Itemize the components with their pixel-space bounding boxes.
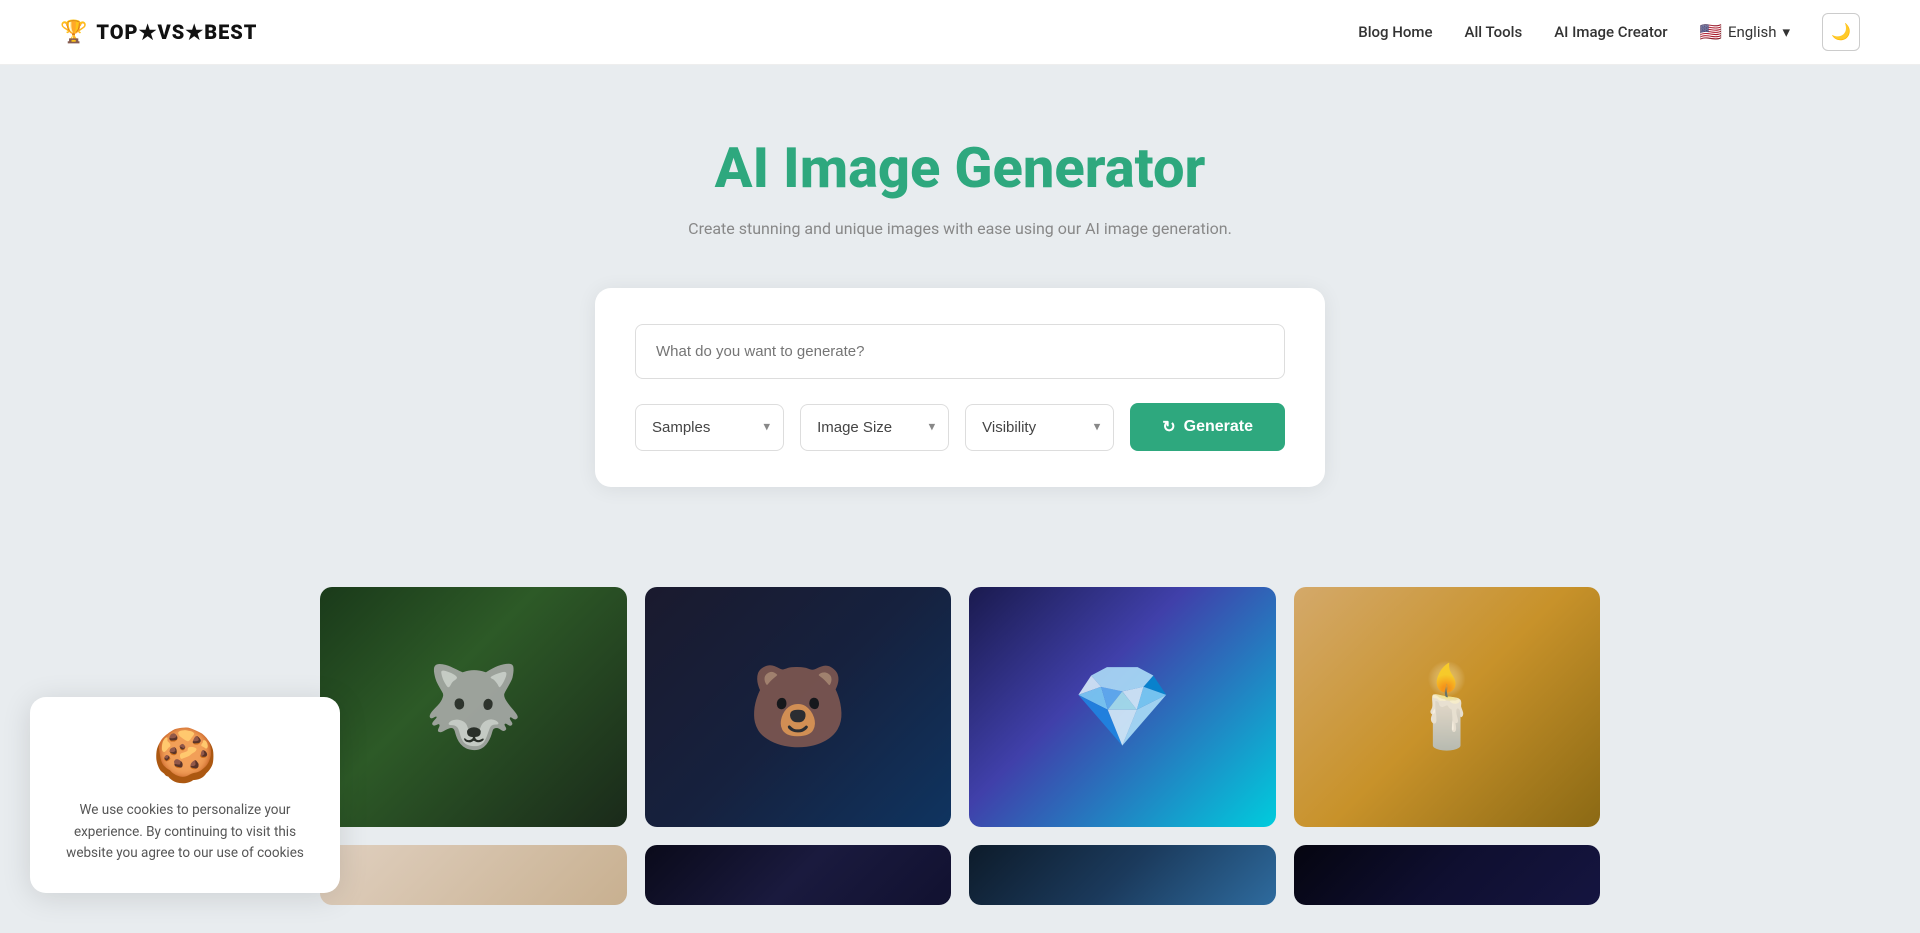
generator-card: Samples 1 2 4 ▾ Image Size 256×256 512×5… xyxy=(595,288,1325,487)
gallery-grid-row2 xyxy=(320,845,1600,905)
gem-image: 💎 xyxy=(969,587,1276,827)
logo[interactable]: 🏆 TOP★VS★BEST xyxy=(60,20,257,45)
prompt-input[interactable] xyxy=(635,324,1285,379)
flag-icon: 🇺🇸 xyxy=(1700,22,1722,43)
visibility-select[interactable]: Visibility Public Private xyxy=(965,404,1114,451)
gallery-item-bear[interactable]: 🐻 xyxy=(645,587,952,827)
gallery-item-wolf[interactable]: 🐺 xyxy=(320,587,627,827)
language-selector[interactable]: 🇺🇸 English ▾ xyxy=(1700,22,1790,43)
candles-image: 🕯️ xyxy=(1294,587,1601,827)
gallery-item-bottom1[interactable] xyxy=(320,845,627,905)
hero-subtitle: Create stunning and unique images with e… xyxy=(20,219,1900,238)
gallery-item-candles[interactable]: 🕯️ xyxy=(1294,587,1601,827)
moon-icon: 🌙 xyxy=(1831,22,1851,42)
refresh-icon: ↻ xyxy=(1162,417,1175,437)
nav-ai-image-creator[interactable]: AI Image Creator xyxy=(1554,23,1667,41)
main-nav: Blog Home All Tools AI Image Creator 🇺🇸 … xyxy=(1358,13,1860,51)
page-title: AI Image Generator xyxy=(20,135,1900,201)
gallery-item-bottom2[interactable] xyxy=(645,845,952,905)
nav-all-tools[interactable]: All Tools xyxy=(1465,23,1523,41)
bear-image: 🐻 xyxy=(645,587,952,827)
gallery-section: 🐺 🐻 💎 🕯️ xyxy=(300,587,1620,905)
dark-mode-toggle[interactable]: 🌙 xyxy=(1822,13,1860,51)
samples-select-wrapper: Samples 1 2 4 ▾ xyxy=(635,404,784,451)
gallery-item-bottom3[interactable] xyxy=(969,845,1276,905)
generate-button[interactable]: ↻ Generate xyxy=(1130,403,1285,451)
trophy-icon: 🏆 xyxy=(60,20,88,45)
samples-select[interactable]: Samples 1 2 4 xyxy=(635,404,784,451)
controls-row: Samples 1 2 4 ▾ Image Size 256×256 512×5… xyxy=(635,403,1285,451)
image-size-select-wrapper: Image Size 256×256 512×512 1024×1024 ▾ xyxy=(800,404,949,451)
visibility-select-wrapper: Visibility Public Private ▾ xyxy=(965,404,1114,451)
hero-section: AI Image Generator Create stunning and u… xyxy=(0,65,1920,537)
cookie-icon: 🍪 xyxy=(153,725,218,786)
gallery-item-gem[interactable]: 💎 xyxy=(969,587,1276,827)
image-size-select[interactable]: Image Size 256×256 512×512 1024×1024 xyxy=(800,404,949,451)
header: 🏆 TOP★VS★BEST Blog Home All Tools AI Ima… xyxy=(0,0,1920,65)
lang-label: English xyxy=(1728,23,1777,41)
wolf-image: 🐺 xyxy=(320,587,627,827)
cookie-banner: 🍪 We use cookies to personalize your exp… xyxy=(30,697,340,893)
gallery-grid-row1: 🐺 🐻 💎 🕯️ xyxy=(320,587,1600,827)
gallery-item-bottom4[interactable] xyxy=(1294,845,1601,905)
logo-text: TOP★VS★BEST xyxy=(96,20,257,44)
cookie-text: We use cookies to personalize your exper… xyxy=(60,800,310,865)
cookie-icon-wrapper: 🍪 xyxy=(60,725,310,786)
nav-blog-home[interactable]: Blog Home xyxy=(1358,23,1432,41)
generate-label: Generate xyxy=(1184,418,1253,436)
chevron-down-icon: ▾ xyxy=(1782,23,1790,41)
